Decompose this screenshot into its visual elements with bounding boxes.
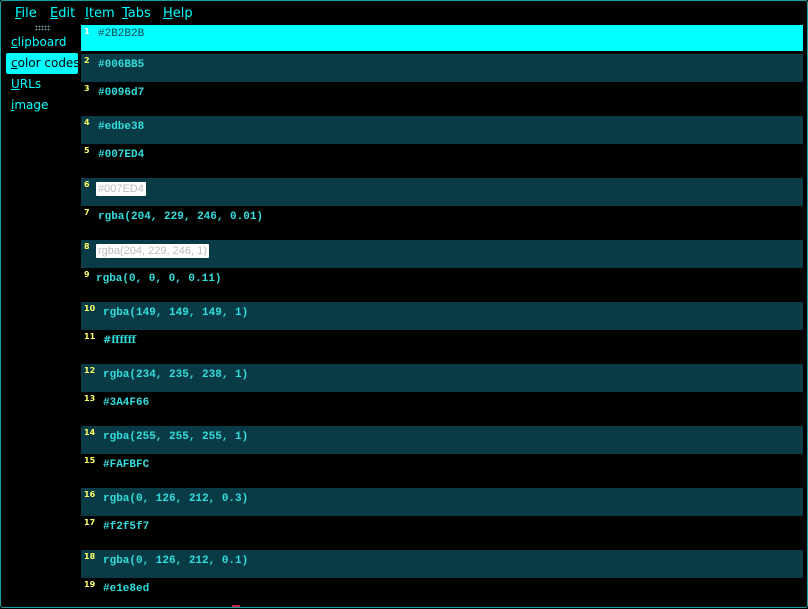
list-item[interactable]: 13 #3A4F66 [81, 392, 803, 423]
item-number: 18 [84, 552, 96, 561]
item-number: 17 [84, 518, 96, 527]
list-item[interactable]: 7 rgba(204, 229, 246, 0.01) [81, 206, 803, 237]
list-item[interactable]: 9 rgba(0, 0, 0, 0.11) [81, 268, 803, 299]
item-number: 12 [84, 366, 96, 375]
list-item[interactable]: 19 #e1e8ed [81, 578, 803, 607]
list-item[interactable]: 1 #2B2B2B [81, 25, 803, 51]
item-text: rgba(255, 255, 255, 1) [103, 431, 249, 443]
item-number: 7 [84, 208, 90, 217]
item-number: 15 [84, 456, 96, 465]
drag-grip-icon[interactable] [35, 25, 51, 31]
item-text: rgba(204, 229, 246, 0.01) [98, 211, 264, 223]
item-number: 13 [84, 394, 96, 403]
list-item[interactable]: 18 rgba(0, 126, 212, 0.1) [81, 550, 803, 578]
item-number: 3 [84, 84, 90, 93]
item-text: #006BB5 [98, 59, 145, 71]
tab-urls[interactable]: URLs [6, 74, 78, 95]
menu-item[interactable]: Item [85, 6, 115, 21]
menu-help[interactable]: Help [163, 6, 193, 21]
item-number: 5 [84, 146, 90, 155]
list-item[interactable]: 17 #f2f5f7 [81, 516, 803, 547]
list-item[interactable]: 4 #edbe38 [81, 116, 803, 144]
edge-marker [232, 605, 240, 607]
item-number: 6 [84, 180, 90, 189]
item-text: #0096d7 [98, 87, 145, 99]
item-text: #007ED4 [98, 149, 145, 161]
item-list[interactable]: 1 #2B2B2B 2 #006BB5 3 #0096d7 4 #edbe38 … [81, 25, 803, 607]
item-number: 10 [84, 304, 96, 313]
item-number: 19 [84, 580, 96, 589]
app-window: File Edit Item Tabs Help clipboard color… [0, 0, 808, 608]
item-text: #ffffff [103, 335, 137, 346]
list-item[interactable]: 6 #007ED4 [81, 178, 803, 206]
list-item[interactable]: 2 #006BB5 [81, 54, 803, 82]
item-number: 1 [84, 27, 90, 36]
item-number: 14 [84, 428, 96, 437]
item-number: 11 [84, 332, 96, 341]
item-number: 2 [84, 56, 90, 65]
list-item[interactable]: 3 #0096d7 [81, 82, 803, 113]
menu-file[interactable]: File [15, 6, 37, 21]
list-item[interactable]: 11 #ffffff [81, 330, 803, 361]
list-item[interactable]: 16 rgba(0, 126, 212, 0.3) [81, 488, 803, 516]
item-text: #edbe38 [98, 121, 145, 133]
item-text: rgba(149, 149, 149, 1) [103, 307, 249, 319]
item-text: rgba(0, 0, 0, 0.11) [96, 273, 222, 285]
list-item[interactable]: 12 rgba(234, 235, 238, 1) [81, 364, 803, 392]
item-text: #f2f5f7 [103, 521, 150, 533]
menu-tabs[interactable]: Tabs [122, 6, 151, 21]
item-number: 9 [84, 270, 90, 279]
item-number: 16 [84, 490, 96, 499]
item-text: #3A4F66 [103, 397, 150, 409]
list-item[interactable]: 15 #FAFBFC [81, 454, 803, 485]
item-text: rgba(0, 126, 212, 0.1) [103, 555, 249, 567]
list-item[interactable]: 14 rgba(255, 255, 255, 1) [81, 426, 803, 454]
item-text: #2B2B2B [98, 28, 145, 40]
menu-bar: File Edit Item Tabs Help [1, 1, 807, 25]
item-text: rgba(234, 235, 238, 1) [103, 369, 249, 381]
item-number: 8 [84, 242, 90, 251]
tab-list: clipboard color codes URLs image [6, 32, 80, 116]
list-item[interactable]: 10 rgba(149, 149, 149, 1) [81, 302, 803, 330]
item-number: 4 [84, 118, 90, 127]
item-text: rgba(0, 126, 212, 0.3) [103, 493, 249, 505]
list-item[interactable]: 8 rgba(204, 229, 246, 1) [81, 240, 803, 268]
item-text: rgba(204, 229, 246, 1) [96, 244, 209, 258]
menu-edit[interactable]: Edit [50, 6, 75, 21]
tab-image[interactable]: image [6, 95, 78, 116]
list-item[interactable]: 5 #007ED4 [81, 144, 803, 175]
item-text: #007ED4 [96, 182, 146, 196]
item-text: #FAFBFC [103, 459, 150, 471]
tab-clipboard[interactable]: clipboard [6, 32, 78, 53]
item-text: #e1e8ed [103, 583, 150, 595]
tab-color-codes[interactable]: color codes [6, 53, 80, 74]
